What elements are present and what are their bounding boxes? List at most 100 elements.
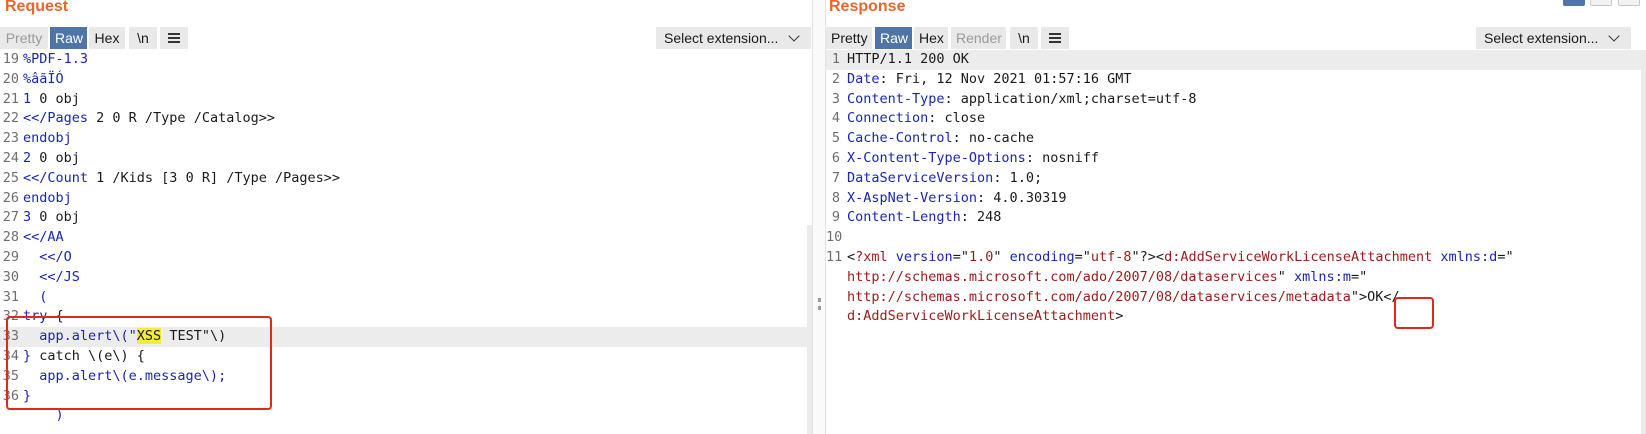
line-number: 34: [2, 347, 19, 364]
line-text: Date: Fri, 12 Nov 2021 01:57:16 GMT: [847, 70, 1131, 90]
code-line[interactable]: 2 Date: Fri, 12 Nov 2021 01:57:16 GMT: [826, 70, 1646, 90]
request-extension-select[interactable]: Select extension...: [656, 27, 811, 49]
code-line[interactable]: 21 1 0 obj: [0, 90, 812, 110]
response-tab-render[interactable]: Render: [951, 27, 1006, 49]
code-line[interactable]: http://schemas.microsoft.com/ado/2007/08…: [826, 288, 1646, 308]
code-token: 2: [23, 149, 32, 166]
response-tab-pretty[interactable]: Pretty: [826, 27, 872, 49]
response-panel: Response Pretty Raw Hex Render \n Select…: [826, 0, 1646, 434]
code-line[interactable]: 25 <</Count 1 /Kids [3 0 R] /Type /Pages>…: [0, 169, 812, 189]
line-number: 23: [2, 130, 19, 147]
code-token: =": [1350, 268, 1368, 285]
response-tab-raw[interactable]: Raw: [875, 27, 912, 49]
code-line[interactable]: 34} catch \(e\) {: [0, 347, 812, 367]
drag-handle-icon[interactable]: [818, 298, 821, 310]
line-number: 22: [2, 110, 19, 127]
code-line[interactable]: ): [0, 406, 812, 426]
line-text: X-AspNet-Version: 4.0.30319: [847, 189, 1066, 209]
code-line[interactable]: 5 Cache-Control: no-cache: [826, 129, 1646, 149]
request-editor[interactable]: 19 %PDF-1.3 20 %âãÏÓ 21 1 0 obj 22 <</Pages 2 0…: [0, 50, 812, 434]
line-number: 31: [2, 288, 19, 305]
code-token: X-Content-Type-Options: [847, 149, 1026, 166]
request-title: Request: [5, 0, 69, 15]
code-line[interactable]: 6 X-Content-Type-Options: nosniff: [826, 149, 1646, 169]
line-number: 1: [831, 51, 840, 67]
response-scrollbar[interactable]: [1641, 50, 1646, 434]
response-extension-select[interactable]: Select extension...: [1476, 27, 1631, 49]
line-text: endobj: [23, 129, 72, 149]
layout-horizontal-icon[interactable]: [1590, 0, 1612, 6]
line-number: 24: [2, 149, 19, 166]
code-line[interactable]: http://schemas.microsoft.com/ado/2007/08…: [826, 268, 1646, 288]
request-tab-raw[interactable]: Raw: [50, 27, 87, 49]
code-token: : no-cache: [952, 130, 1034, 147]
line-number: 20: [2, 70, 19, 87]
request-menu-button[interactable]: [160, 27, 188, 49]
code-token: endobj: [23, 189, 72, 206]
code-token: >: [1115, 308, 1124, 325]
response-tab-hex[interactable]: Hex: [914, 27, 948, 49]
code-token: catch \(e\) {: [31, 347, 145, 364]
request-newline-toggle[interactable]: \n: [129, 27, 157, 49]
response-newline-toggle[interactable]: \n: [1010, 27, 1038, 49]
line-number: 11: [826, 248, 843, 265]
line-number: 36: [2, 387, 19, 404]
line-text: HTTP/1.1 200 OK: [847, 50, 1646, 70]
code-token: {: [47, 308, 64, 325]
line-text: <</O: [23, 248, 72, 268]
code-line[interactable]: 28 <</AA: [0, 228, 812, 248]
code-token: xmlns:d: [1432, 248, 1498, 265]
response-editor[interactable]: 1 HTTP/1.1 200 OK 2 Date: Fri, 12 Nov 2021 …: [826, 50, 1646, 434]
code-line[interactable]: 9 Content-Length: 248: [826, 208, 1646, 228]
code-line[interactable]: 19 %PDF-1.3: [0, 50, 812, 70]
line-text: %âãÏÓ: [23, 70, 64, 90]
code-token: 0 obj: [31, 90, 80, 107]
layout-vertical-icon[interactable]: [1618, 0, 1640, 6]
layout-split-icon[interactable]: [1563, 0, 1585, 6]
code-line[interactable]: 7 DataServiceVersion: 1.0;: [826, 169, 1646, 189]
line-text: } catch \(e\) {: [23, 347, 145, 367]
response-toolbar: Pretty Raw Hex Render \n Select extensio…: [826, 27, 1646, 49]
code-line[interactable]: 1 HTTP/1.1 200 OK: [826, 50, 1646, 70]
code-token: (: [23, 288, 48, 305]
line-text: app.alert\("XSS TEST"\): [23, 327, 812, 347]
code-token: =": [1497, 248, 1514, 265]
code-token: =": [952, 248, 969, 265]
code-token: 3: [23, 209, 32, 226]
code-line[interactable]: 30 <</JS: [0, 268, 812, 288]
code-line[interactable]: 22 <</Pages 2 0 R /Type /Catalog>>: [0, 109, 812, 129]
code-line[interactable]: 33 app.alert\("XSS TEST"\): [0, 327, 812, 347]
code-line[interactable]: 8 X-AspNet-Version: 4.0.30319: [826, 189, 1646, 209]
code-token: <</JS: [23, 268, 80, 285]
code-line[interactable]: 24 2 0 obj: [0, 149, 812, 169]
request-tab-hex[interactable]: Hex: [89, 27, 125, 49]
line-text: <?xml version="1.0" encoding="utf-8"?><d…: [847, 248, 1514, 268]
code-token: ?xml: [855, 248, 888, 265]
code-line[interactable]: 10: [826, 228, 1646, 248]
code-token: try: [23, 308, 48, 325]
code-line[interactable]: 35 app.alert\(e.message\);: [0, 367, 812, 387]
code-token: "?><: [1131, 248, 1165, 265]
code-line[interactable]: 4 Connection: close: [826, 109, 1646, 129]
code-line[interactable]: 3 Content-Type: application/xml;charset=u…: [826, 90, 1646, 110]
line-text: Content-Type: application/xml;charset=ut…: [847, 90, 1197, 110]
panel-splitter[interactable]: [812, 0, 826, 434]
code-line[interactable]: 11 <?xml version="1.0" encoding="utf-8"?>…: [826, 248, 1646, 268]
code-line[interactable]: 31 (: [0, 288, 812, 308]
code-token: d:AddServiceWorkLicenseAttachment: [847, 308, 1116, 325]
code-line[interactable]: 29 <</O: [0, 248, 812, 268]
code-token: http://schemas.microsoft.com/ado/2007/08…: [847, 268, 1278, 285]
code-line[interactable]: 23 endobj: [0, 129, 812, 149]
code-line[interactable]: 20 %âãÏÓ: [0, 70, 812, 90]
line-number: 4: [831, 110, 840, 127]
code-line[interactable]: 36}: [0, 387, 812, 407]
code-line[interactable]: 26 endobj: [0, 189, 812, 209]
line-number: 33: [2, 328, 19, 345]
code-line[interactable]: 27 3 0 obj: [0, 208, 812, 228]
code-token: Content-Length: [847, 209, 961, 226]
request-tab-pretty[interactable]: Pretty: [0, 27, 48, 49]
response-menu-button[interactable]: [1041, 27, 1069, 49]
code-token: xmlns:m: [1285, 268, 1351, 285]
code-line[interactable]: 32 try {: [0, 307, 812, 327]
code-line[interactable]: d:AddServiceWorkLicenseAttachment>: [826, 307, 1646, 327]
